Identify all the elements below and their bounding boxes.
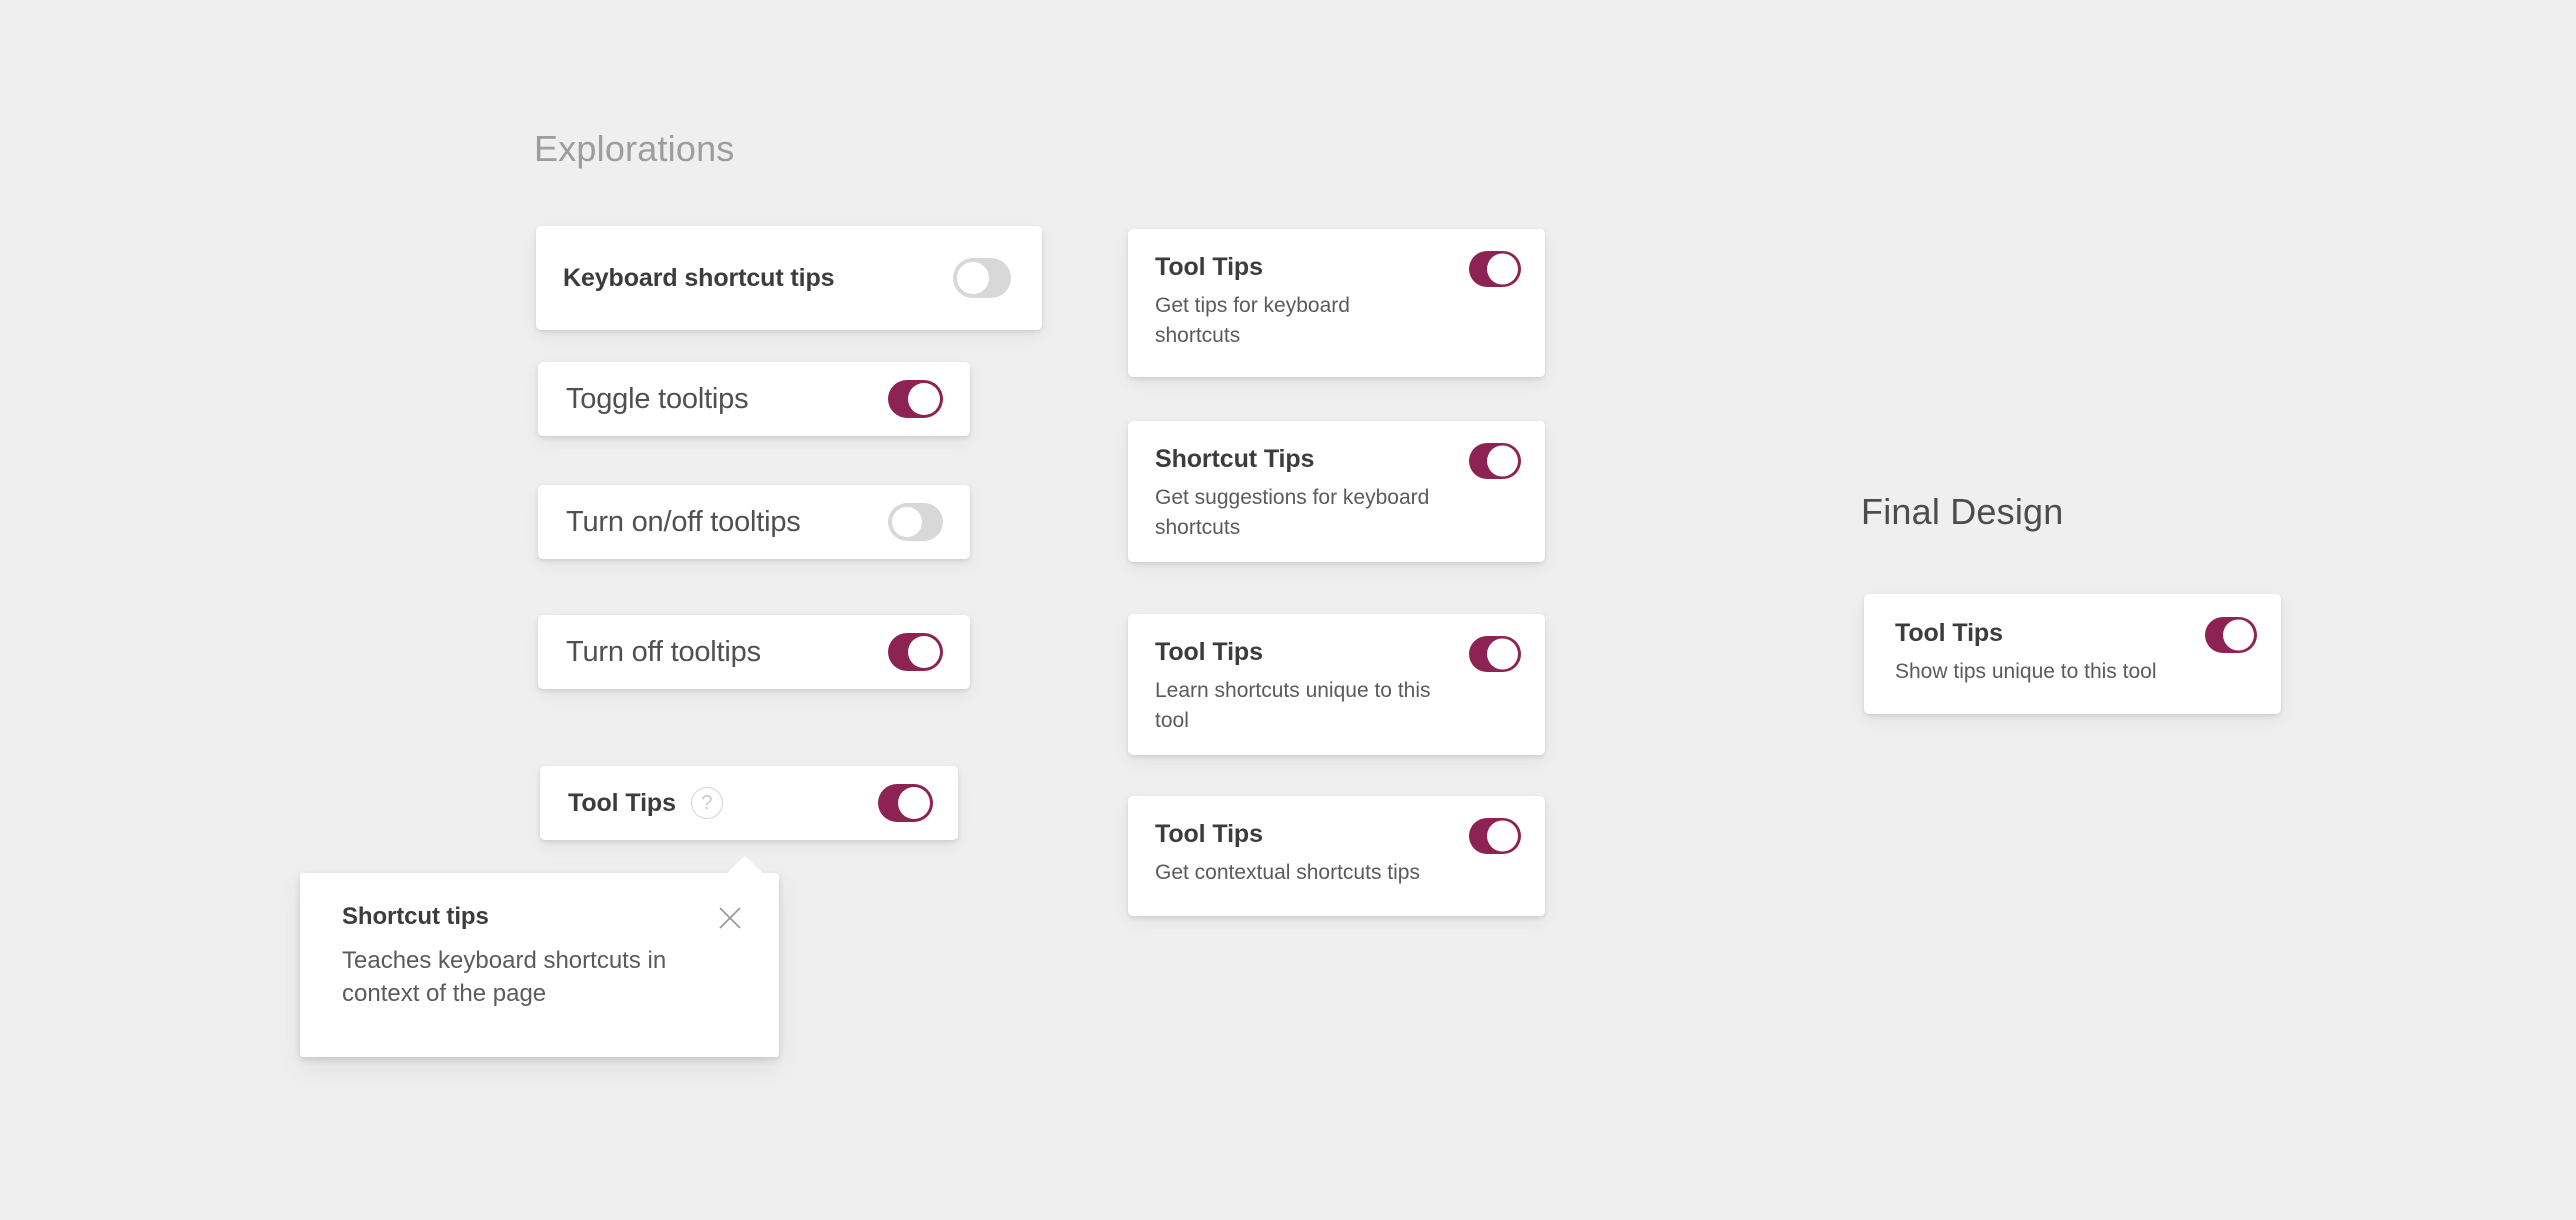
toggle-tool-tips-unique[interactable] — [1469, 636, 1521, 672]
explorations-heading: Explorations — [534, 128, 735, 169]
card-label-group: Turn on/off tooltips — [566, 506, 801, 539]
card-title: Tool Tips — [568, 788, 676, 817]
card-title: Tool Tips — [1155, 253, 1263, 281]
close-x-icon[interactable] — [717, 905, 743, 931]
exploration-card-shortcut-tips-suggestions[interactable]: Shortcut Tips Get suggestions for keyboa… — [1128, 421, 1545, 562]
exploration-card-toggle-tooltips[interactable]: Toggle tooltips — [538, 362, 970, 436]
toggle-tool-tips-help[interactable] — [878, 784, 933, 822]
exploration-card-tool-tips-unique[interactable]: Tool Tips Learn shortcuts unique to this… — [1128, 614, 1545, 755]
card-description: Get tips for keyboard shortcuts — [1155, 293, 1350, 347]
tooltip-body: Teaches keyboard shortcuts in context of… — [342, 947, 667, 1008]
card-title: Shortcut Tips — [1155, 445, 1315, 473]
exploration-card-turn-on-off-tooltips[interactable]: Turn on/off tooltips — [538, 485, 970, 559]
toggle-tool-tips-contextual[interactable] — [1469, 818, 1521, 854]
toggle-knob — [1487, 253, 1518, 285]
toggle-knob — [908, 383, 940, 415]
card-description: Get suggestions for keyboard shortcuts — [1155, 485, 1430, 539]
toggle-knob — [2223, 619, 2254, 651]
card-label-group: Tool Tips ? — [568, 787, 723, 819]
card-description: Show tips unique to this tool — [1895, 659, 2157, 683]
exploration-card-tool-tips-help[interactable]: Tool Tips ? — [540, 766, 958, 840]
exploration-card-tool-tips-keyboard[interactable]: Tool Tips Get tips for keyboard shortcut… — [1128, 229, 1545, 377]
card-title: Turn on/off tooltips — [566, 505, 801, 538]
exploration-card-keyboard-shortcut-tips[interactable]: Keyboard shortcut tips — [536, 226, 1042, 330]
toggle-final-design-tool-tips[interactable] — [2205, 617, 2257, 653]
toggle-tool-tips-keyboard[interactable] — [1469, 251, 1521, 287]
card-text-group: Tool Tips Get tips for keyboard shortcut… — [1155, 253, 1360, 350]
exploration-card-tool-tips-contextual[interactable]: Tool Tips Get contextual shortcuts tips — [1128, 796, 1545, 916]
final-design-heading: Final Design — [1861, 491, 2064, 532]
toggle-knob — [1487, 820, 1518, 852]
card-description: Learn shortcuts unique to this tool — [1155, 678, 1431, 732]
toggle-keyboard-shortcut-tips[interactable] — [953, 258, 1011, 298]
card-title: Keyboard shortcut tips — [563, 263, 835, 292]
toggle-knob — [1487, 445, 1518, 477]
toggle-knob — [898, 787, 930, 819]
tooltip-title: Shortcut tips — [342, 903, 489, 930]
card-text-group: Tool Tips Learn shortcuts unique to this… — [1155, 638, 1443, 735]
card-text-group: Tool Tips Show tips unique to this tool — [1895, 619, 2157, 687]
toggle-turn-on-off-tooltips[interactable] — [888, 503, 943, 541]
toggle-knob — [1487, 638, 1518, 670]
card-title: Toggle tooltips — [566, 382, 749, 415]
exploration-card-turn-off-tooltips[interactable]: Turn off tooltips — [538, 615, 970, 689]
toggle-knob — [908, 636, 940, 668]
card-description: Get contextual shortcuts tips — [1155, 860, 1420, 884]
card-title: Tool Tips — [1155, 638, 1263, 666]
card-title: Turn off tooltips — [566, 635, 761, 668]
final-design-card-tool-tips[interactable]: Tool Tips Show tips unique to this tool — [1864, 594, 2281, 714]
toggle-toggle-tooltips[interactable] — [888, 380, 943, 418]
card-text-group: Tool Tips Get contextual shortcuts tips — [1155, 820, 1420, 888]
help-circle-icon[interactable]: ? — [690, 787, 723, 819]
toggle-turn-off-tooltips[interactable] — [888, 633, 943, 671]
card-label-group: Turn off tooltips — [566, 636, 761, 669]
card-title: Tool Tips — [1155, 820, 1263, 848]
toggle-shortcut-tips-suggestions[interactable] — [1469, 443, 1521, 479]
card-label-group: Keyboard shortcut tips — [563, 263, 835, 293]
toggle-knob — [891, 506, 923, 538]
design-canvas: Explorations Keyboard shortcut tips Togg… — [0, 0, 2576, 1220]
card-text-group: Shortcut Tips Get suggestions for keyboa… — [1155, 445, 1443, 542]
shortcut-tips-tooltip: Shortcut tips Teaches keyboard shortcuts… — [300, 856, 779, 1057]
toggle-knob — [956, 261, 990, 295]
card-title: Tool Tips — [1895, 619, 2003, 647]
card-label-group: Toggle tooltips — [566, 382, 749, 416]
tooltip-caret-icon — [726, 856, 764, 874]
